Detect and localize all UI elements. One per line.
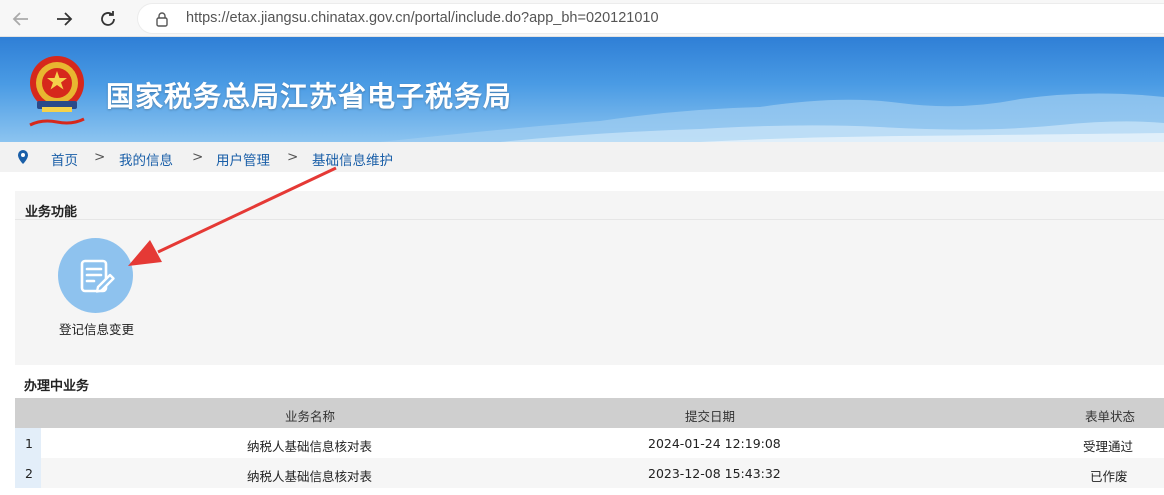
row-status: 受理通过	[1083, 439, 1134, 454]
national-emblem-logo	[29, 56, 85, 127]
forward-button[interactable]	[49, 4, 79, 34]
row-index: 1	[15, 428, 41, 458]
breadcrumb-user-management[interactable]: 用户管理	[216, 149, 270, 169]
divider	[15, 219, 1164, 220]
column-header-name: 业务名称	[285, 409, 336, 424]
browser-toolbar: https://etax.jiangsu.chinatax.gov.cn/por…	[0, 0, 1164, 37]
row-date: 2024-01-24 12:19:08	[648, 436, 781, 451]
register-info-change-button[interactable]	[58, 238, 133, 313]
breadcrumb-home[interactable]: 首页	[51, 149, 78, 169]
reload-icon	[101, 11, 115, 26]
address-bar[interactable]: https://etax.jiangsu.chinatax.gov.cn/por…	[137, 3, 1164, 34]
reload-button[interactable]	[93, 4, 123, 34]
column-header-status: 表单状态	[1085, 409, 1136, 424]
column-header-date: 提交日期	[685, 409, 736, 424]
site-title: 国家税务总局江苏省电子税务局	[106, 80, 513, 113]
arrow-left-icon	[12, 12, 28, 26]
row-date: 2023-12-08 15:43:32	[648, 466, 781, 481]
table-row[interactable]: 1 纳税人基础信息核对表 2024-01-24 12:19:08 受理通过	[15, 428, 1164, 458]
table-row[interactable]: 2 纳税人基础信息核对表 2023-12-08 15:43:32 已作废	[15, 458, 1164, 488]
edit-document-icon	[80, 259, 115, 293]
arrow-right-icon	[57, 12, 73, 26]
register-info-change-label[interactable]: 登记信息变更	[59, 319, 134, 338]
section-title: 业务功能	[25, 205, 78, 220]
row-name[interactable]: 纳税人基础信息核对表	[247, 466, 372, 485]
lock-icon[interactable]	[154, 11, 170, 27]
url-text[interactable]: https://etax.jiangsu.chinatax.gov.cn/por…	[186, 10, 659, 26]
breadcrumb-separator: >	[192, 149, 204, 165]
table-header: 业务名称 提交日期 表单状态	[15, 398, 1164, 428]
breadcrumb-separator: >	[287, 149, 299, 165]
row-status: 已作废	[1090, 469, 1128, 484]
breadcrumb-separator: >	[94, 149, 106, 165]
breadcrumb-my-info[interactable]: 我的信息	[119, 149, 173, 169]
site-banner: 国家税务总局江苏省电子税务局	[0, 37, 1164, 142]
row-name[interactable]: 纳税人基础信息核对表	[247, 436, 372, 455]
business-functions-panel: 业务功能 登记信息变更	[15, 191, 1164, 365]
location-pin-icon	[18, 150, 28, 164]
back-button[interactable]	[6, 4, 36, 34]
row-index: 2	[15, 458, 41, 488]
breadcrumb-current: 基础信息维护	[312, 153, 393, 169]
in-process-title: 办理中业务	[24, 379, 90, 394]
breadcrumb: 首页 > 我的信息 > 用户管理 > 基础信息维护	[0, 142, 1164, 172]
